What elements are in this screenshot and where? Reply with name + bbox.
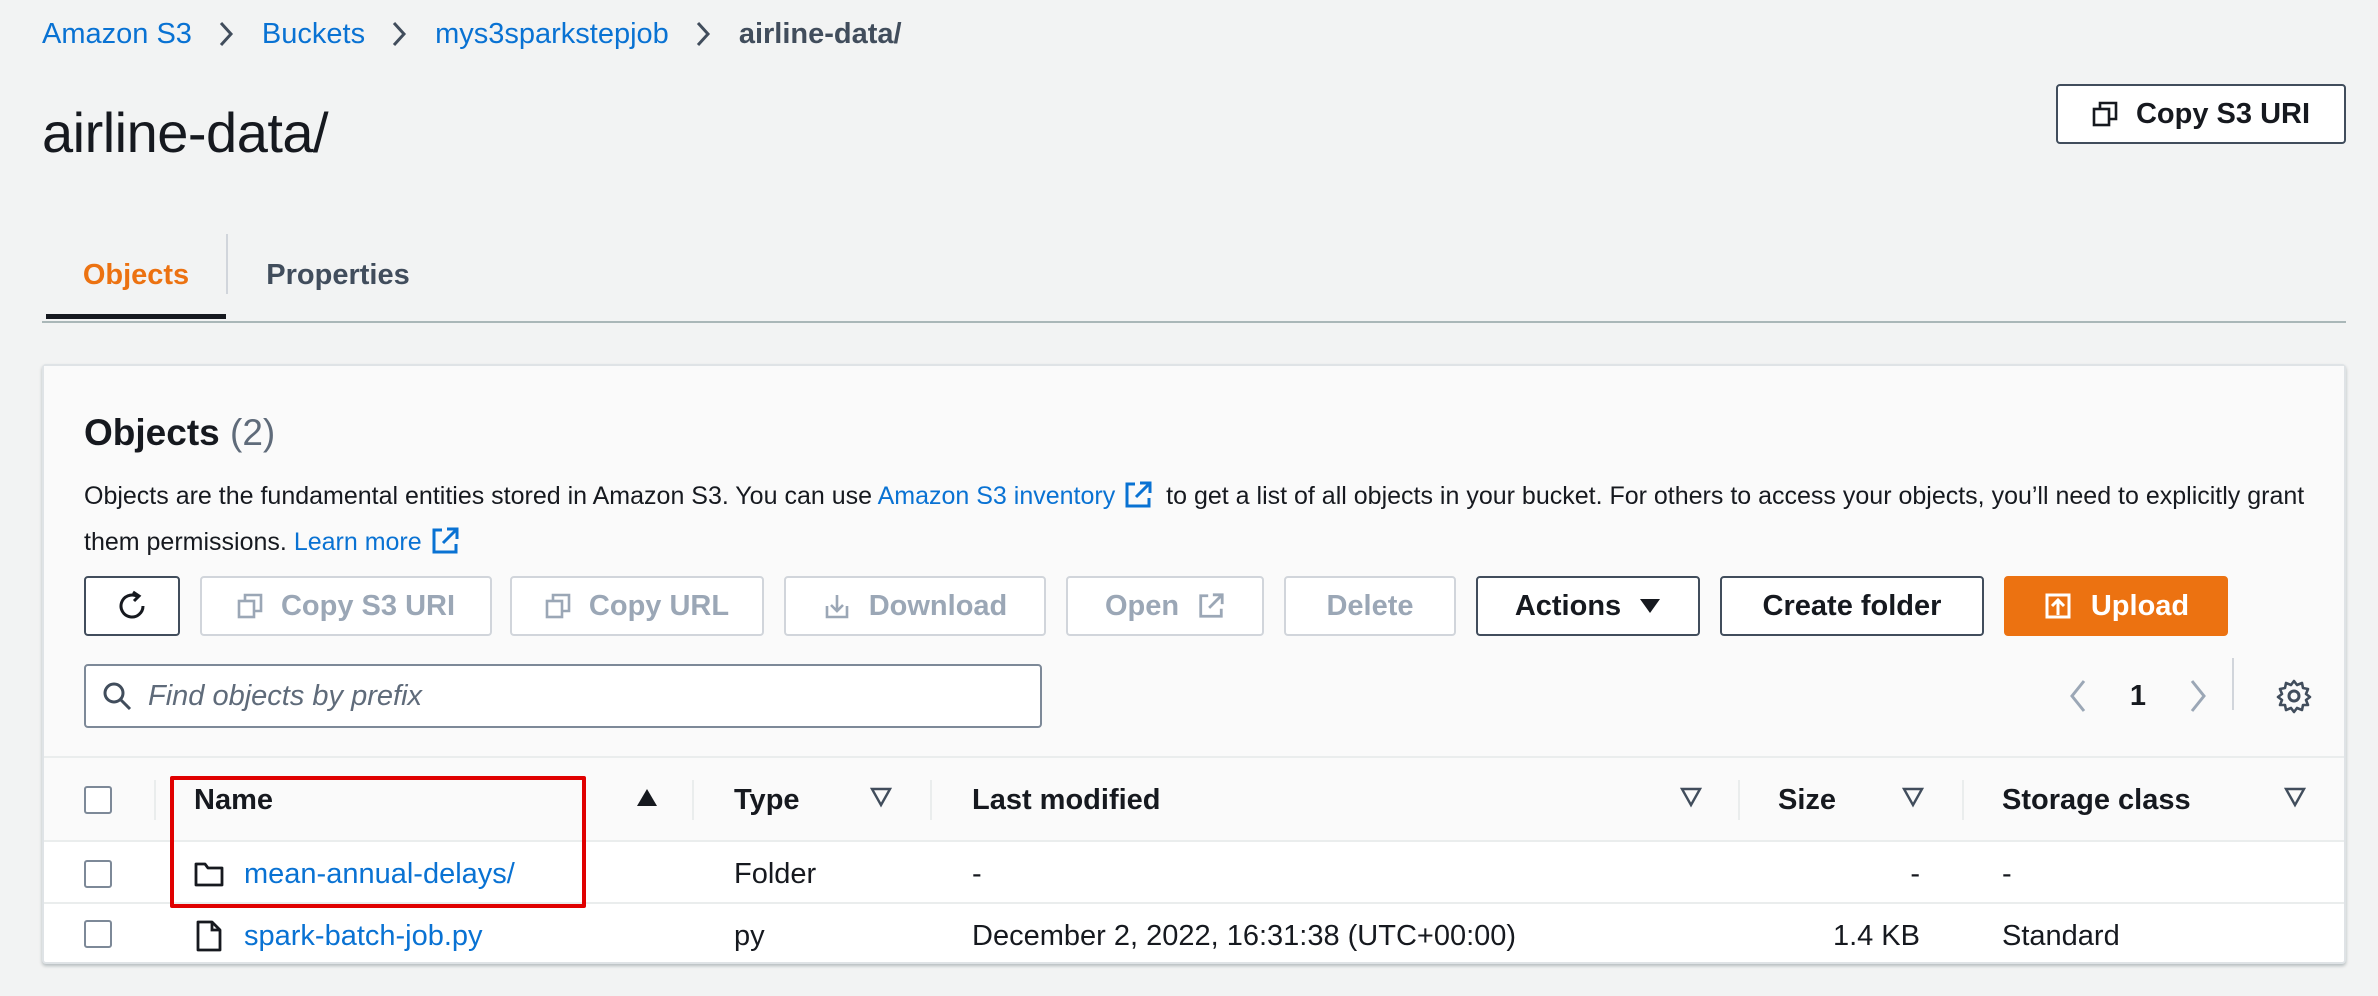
object-storage-class: - (2002, 857, 2012, 890)
next-page-button[interactable] (2178, 666, 2218, 726)
preferences-button[interactable] (2264, 666, 2324, 726)
column-separator (1738, 780, 1740, 820)
caret-down-icon (1640, 599, 1661, 613)
column-separator (930, 780, 932, 820)
actions-dropdown-button[interactable]: Actions (1476, 576, 1700, 636)
create-folder-button-label: Create folder (1762, 589, 1942, 622)
breadcrumb: Amazon S3 Buckets mys3sparkstepjob airli… (42, 14, 902, 54)
tab-properties-label: Properties (266, 258, 410, 291)
external-link-icon (430, 526, 460, 568)
copy-s3-uri-button-label: Copy S3 URI (280, 589, 456, 622)
previous-page-button[interactable] (2058, 666, 2098, 726)
search-input[interactable] (148, 679, 1008, 713)
tab-objects[interactable]: Objects (46, 230, 226, 320)
column-header-storage-class[interactable]: Storage class (2002, 758, 2191, 842)
gear-icon (2276, 679, 2312, 714)
download-button-label: Download (868, 589, 1008, 622)
breadcrumb-amazon-s3[interactable]: Amazon S3 (42, 18, 192, 51)
upload-button-label: Upload (2090, 589, 2190, 622)
external-link-icon (1123, 480, 1153, 522)
description-text-1: Objects are the fundamental entities sto… (84, 482, 873, 510)
object-storage-class: Standard (2002, 919, 2120, 952)
search-icon (103, 682, 132, 711)
open-button-label: Open (1104, 589, 1180, 622)
objects-heading: Objects (2) (84, 412, 275, 454)
chevron-right-icon (391, 21, 407, 47)
sort-icon[interactable] (1680, 786, 1702, 808)
active-tab-indicator (46, 314, 226, 319)
upload-icon (2045, 593, 2071, 619)
column-separator (1962, 780, 1964, 820)
column-separator (154, 780, 156, 820)
copy-url-button[interactable]: Copy URL (510, 576, 764, 636)
objects-heading-text: Objects (84, 412, 220, 453)
download-icon (825, 595, 849, 619)
copy-icon (545, 593, 571, 619)
chevron-right-icon (218, 21, 234, 47)
column-header-size[interactable]: Size (1778, 758, 1836, 842)
tabs-baseline (42, 321, 2346, 323)
breadcrumb-bucket[interactable]: mys3sparkstepjob (435, 18, 669, 51)
object-last-modified: - (972, 857, 982, 890)
object-type: py (734, 919, 765, 952)
sort-icon[interactable] (1902, 786, 1924, 808)
tab-divider (226, 234, 228, 294)
create-folder-button[interactable]: Create folder (1720, 576, 1984, 636)
breadcrumb-buckets[interactable]: Buckets (262, 18, 365, 51)
objects-count: (2) (230, 412, 276, 453)
upload-button[interactable]: Upload (2004, 576, 2228, 636)
object-type: Folder (734, 857, 817, 890)
copy-s3-uri-header-button[interactable]: Copy S3 URI (2056, 84, 2346, 144)
refresh-icon (119, 590, 145, 619)
s3-inventory-link[interactable]: Amazon S3 inventory (878, 482, 1116, 510)
delete-button-label: Delete (1326, 589, 1414, 622)
pagination-divider (2232, 658, 2234, 710)
file-icon (196, 906, 222, 966)
external-link-icon (1199, 593, 1224, 618)
objects-description: Objects are the fundamental entities sto… (84, 476, 2324, 568)
object-size: 1.4 KB (1832, 919, 1920, 952)
row-checkbox[interactable] (84, 920, 112, 948)
column-separator (692, 780, 694, 820)
chevron-right-icon (2190, 680, 2206, 712)
row-checkbox[interactable] (84, 860, 112, 888)
page-title: airline-data/ (42, 101, 329, 164)
objects-panel-header: Objects (2) Objects are the fundamental … (44, 366, 2344, 758)
learn-more-link[interactable]: Learn more (294, 528, 422, 556)
object-last-modified: December 2, 2022, 16:31:38 (UTC+00:00) (972, 919, 1517, 952)
column-header-last-modified[interactable]: Last modified (972, 758, 1161, 842)
tab-properties[interactable]: Properties (250, 230, 426, 320)
tab-objects-label: Objects (82, 258, 190, 291)
download-button[interactable]: Download (784, 576, 1046, 636)
page-number-1[interactable]: 1 (2118, 666, 2158, 726)
sort-icon[interactable] (2284, 786, 2306, 808)
copy-url-button-label: Copy URL (588, 589, 730, 622)
copy-s3-uri-button[interactable]: Copy S3 URI (200, 576, 492, 636)
table-row: spark-batch-job.py py December 2, 2022, … (44, 906, 2344, 966)
select-all-checkbox[interactable] (84, 786, 112, 814)
actions-button-label: Actions (1514, 589, 1622, 622)
column-header-type[interactable]: Type (734, 758, 800, 842)
object-name-link[interactable]: spark-batch-job.py (244, 906, 483, 966)
chevron-right-icon (695, 21, 711, 47)
sort-ascending-icon[interactable] (636, 786, 658, 808)
chevron-left-icon (2070, 680, 2086, 712)
copy-s3-uri-label: Copy S3 URI (2135, 97, 2311, 130)
delete-button[interactable]: Delete (1284, 576, 1456, 636)
annotation-highlight-box (170, 776, 586, 908)
object-size: - (1910, 857, 1920, 890)
open-button[interactable]: Open (1066, 576, 1264, 636)
search-box (84, 664, 1042, 728)
refresh-button[interactable] (84, 576, 180, 636)
sort-icon[interactable] (870, 786, 892, 808)
copy-icon (2092, 101, 2118, 127)
breadcrumb-current: airline-data/ (738, 17, 902, 50)
copy-icon (237, 593, 263, 619)
